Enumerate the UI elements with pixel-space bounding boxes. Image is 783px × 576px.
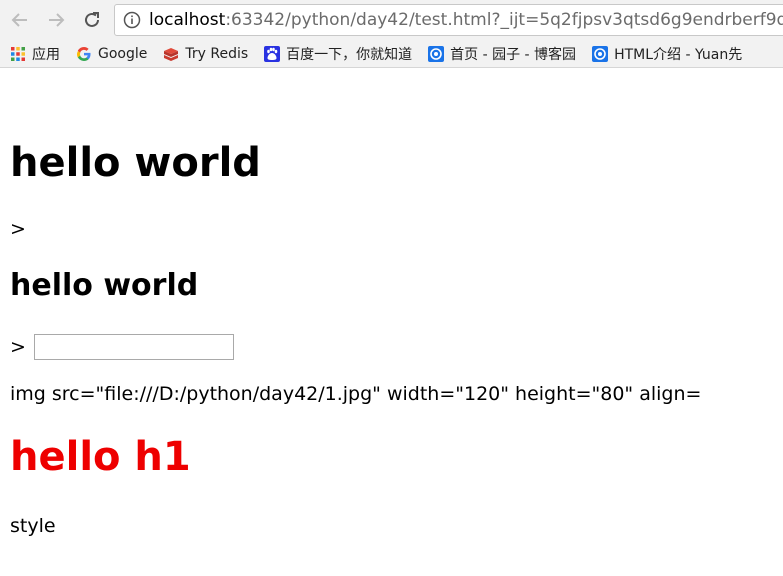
cnblogs-icon [592,45,609,62]
google-icon [77,46,91,61]
back-arrow-icon [11,13,27,27]
bookmark-try-redis[interactable]: Try Redis [163,46,248,62]
text-input[interactable] [33,334,234,360]
url-host: localhost [149,10,226,30]
img-source-text: img src="file:///D:/python/day42/1.jpg" … [10,383,702,405]
bookmark-label: Google [98,45,148,62]
bookmarks-bar: 应用 Google Try Redis 百度一下，你就知道 首页 - 园子 - … [0,40,783,68]
baidu-paw-icon [264,45,281,62]
bookmark-label: 百度一下，你就知道 [286,46,413,63]
address-bar[interactable]: localhost:63342/python/day42/test.html?_… [114,4,783,36]
heading-hello-world: hello world [10,140,261,186]
bookmark-apps[interactable]: 应用 [10,44,60,64]
stray-gt-with-input: > [10,334,234,360]
info-icon[interactable] [123,11,141,29]
apps-grid-icon [11,46,25,61]
style-text: style [10,515,56,537]
reload-icon [85,12,99,27]
reload-button[interactable] [78,6,106,34]
heading-hello-h1: hello h1 [10,434,191,480]
stray-gt-text-2: > [10,336,26,358]
bookmark-label: HTML介绍 - Yuan先 [614,46,743,63]
url-path: :63342/python/day42/test.html?_ijt=5q2fj… [225,10,783,30]
bookmark-baidu[interactable]: 百度一下，你就知道 [264,44,412,64]
browser-toolbar: localhost:63342/python/day42/test.html?_… [0,0,783,40]
bookmark-google[interactable]: Google [76,46,147,62]
cnblogs-icon [428,45,445,62]
bookmark-html-intro[interactable]: HTML介绍 - Yuan先 [592,44,742,64]
stray-gt-text: > [10,218,26,240]
bookmark-cnblogs-home[interactable]: 首页 - 园子 - 博客园 [428,44,576,64]
forward-button[interactable] [42,6,70,34]
back-button[interactable] [6,6,34,34]
bookmark-label: Try Redis [185,45,249,62]
heading-hello-world-2: hello world [10,268,199,303]
bookmark-label: 应用 [32,46,60,63]
forward-arrow-icon [49,13,65,27]
bookmark-label: 首页 - 园子 - 博客园 [450,46,577,63]
redis-icon [164,47,179,61]
